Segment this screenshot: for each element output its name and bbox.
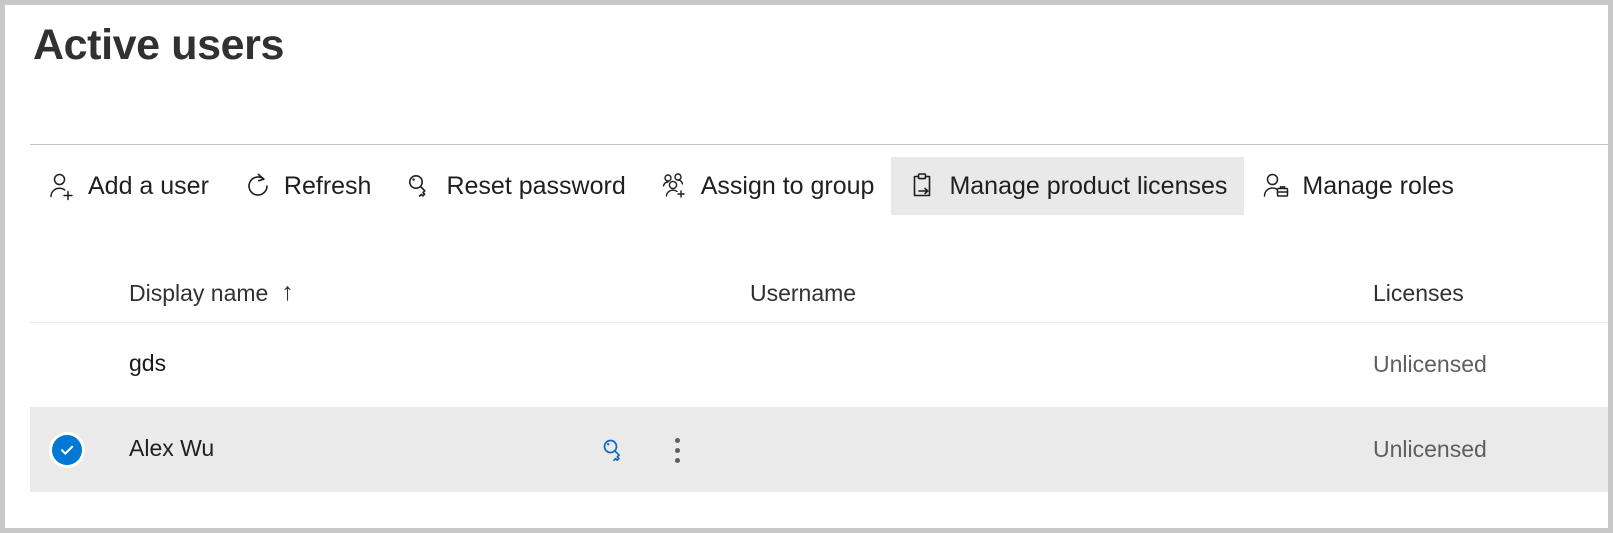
active-users-page: Active users Add a user Refresh Reset pa… bbox=[5, 5, 1608, 528]
column-header-licenses[interactable]: Licenses bbox=[1373, 280, 1464, 307]
command-bar: Add a user Refresh Reset password Assign… bbox=[30, 157, 1471, 215]
command-manage-product-licenses[interactable]: Manage product licenses bbox=[891, 157, 1245, 215]
reset-password-icon[interactable] bbox=[595, 431, 633, 469]
user-briefcase-icon bbox=[1261, 171, 1291, 201]
command-add-a-user[interactable]: Add a user bbox=[30, 157, 226, 215]
table-row[interactable]: gds Unlicensed bbox=[30, 322, 1608, 407]
column-header-label: Username bbox=[750, 280, 857, 306]
command-label: Refresh bbox=[283, 171, 372, 200]
title-divider bbox=[30, 144, 1608, 145]
assign-to-group-icon bbox=[660, 171, 690, 201]
column-header-display-name[interactable]: Display name ↑ bbox=[129, 280, 294, 307]
command-reset-password[interactable]: Reset password bbox=[388, 157, 642, 215]
checkmark-icon bbox=[52, 435, 82, 465]
table-header-row: Display name ↑ Username Licenses bbox=[30, 263, 1608, 323]
command-label: Add a user bbox=[88, 171, 209, 200]
cell-display-name: gds bbox=[129, 350, 167, 376]
command-label: Manage roles bbox=[1302, 171, 1454, 200]
row-selection-checkbox[interactable] bbox=[52, 435, 82, 465]
more-options-icon[interactable] bbox=[663, 432, 692, 469]
row-actions bbox=[595, 431, 692, 469]
users-table: Display name ↑ Username Licenses gds Unl… bbox=[30, 263, 1608, 492]
cell-licenses: Unlicensed bbox=[1373, 351, 1487, 377]
table-row[interactable]: Alex Wu Unlicensed bbox=[30, 407, 1608, 492]
cell-display-name: Alex Wu bbox=[129, 435, 215, 461]
vertical-ellipsis bbox=[667, 436, 688, 465]
command-refresh[interactable]: Refresh bbox=[226, 157, 389, 215]
command-manage-roles[interactable]: Manage roles bbox=[1244, 157, 1470, 215]
column-header-label: Display name bbox=[129, 280, 269, 306]
column-header-username[interactable]: Username bbox=[750, 280, 856, 307]
refresh-icon bbox=[243, 171, 273, 201]
column-header-label: Licenses bbox=[1373, 280, 1464, 306]
clipboard-arrow-icon bbox=[908, 171, 938, 201]
sort-ascending-icon: ↑ bbox=[281, 278, 294, 306]
cell-licenses: Unlicensed bbox=[1373, 436, 1487, 462]
command-label: Manage product licenses bbox=[949, 171, 1228, 200]
command-label: Assign to group bbox=[700, 171, 875, 200]
command-assign-to-group[interactable]: Assign to group bbox=[643, 157, 892, 215]
page-title: Active users bbox=[33, 21, 284, 69]
command-label: Reset password bbox=[446, 171, 626, 200]
key-icon bbox=[405, 171, 435, 201]
add-user-icon bbox=[47, 171, 77, 201]
